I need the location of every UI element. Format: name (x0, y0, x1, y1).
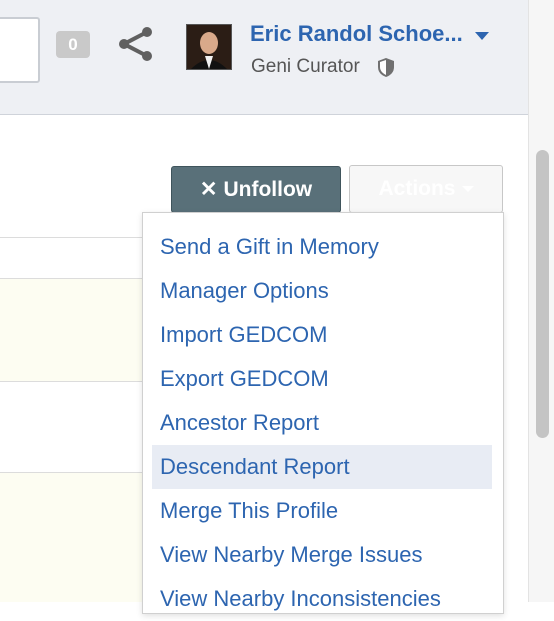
menu-item-manager-options[interactable]: Manager Options (152, 269, 492, 313)
menu-item-nearby-merge-issues[interactable]: View Nearby Merge Issues (152, 533, 492, 577)
close-icon: ✕ (199, 178, 218, 201)
content-panel (0, 279, 150, 381)
unfollow-label: Unfollow (223, 177, 313, 201)
actions-label: Actions (378, 177, 456, 200)
scrollbar-thumb[interactable] (536, 150, 549, 438)
user-name-link[interactable]: Eric Randol Schoe... (250, 21, 463, 47)
top-header: 0 Eric Randol Schoe... Geni Curator (0, 0, 528, 115)
actions-button[interactable]: Actions (349, 165, 503, 213)
caret-down-icon (461, 186, 474, 192)
share-icon[interactable] (116, 24, 156, 64)
notification-count-badge[interactable]: 0 (56, 31, 90, 58)
menu-item-send-gift[interactable]: Send a Gift in Memory (152, 225, 492, 269)
menu-item-import-gedcom[interactable]: Import GEDCOM (152, 313, 492, 357)
actions-dropdown-menu: Send a Gift in Memory Manager Options Im… (142, 212, 504, 614)
divider (0, 237, 150, 238)
chevron-down-icon[interactable] (475, 32, 489, 40)
user-role: Geni Curator (251, 56, 360, 77)
menu-item-merge-profile[interactable]: Merge This Profile (152, 489, 492, 533)
divider (0, 381, 150, 382)
shield-icon (378, 58, 394, 77)
content-panel (0, 473, 150, 602)
search-input[interactable] (0, 17, 40, 83)
menu-item-export-gedcom[interactable]: Export GEDCOM (152, 357, 492, 401)
menu-item-ancestor-report[interactable]: Ancestor Report (152, 401, 492, 445)
unfollow-button[interactable]: ✕ Unfollow (171, 166, 341, 213)
avatar[interactable] (186, 24, 232, 70)
menu-item-descendant-report[interactable]: Descendant Report (152, 445, 492, 489)
menu-item-nearby-inconsistencies[interactable]: View Nearby Inconsistencies (152, 577, 492, 621)
